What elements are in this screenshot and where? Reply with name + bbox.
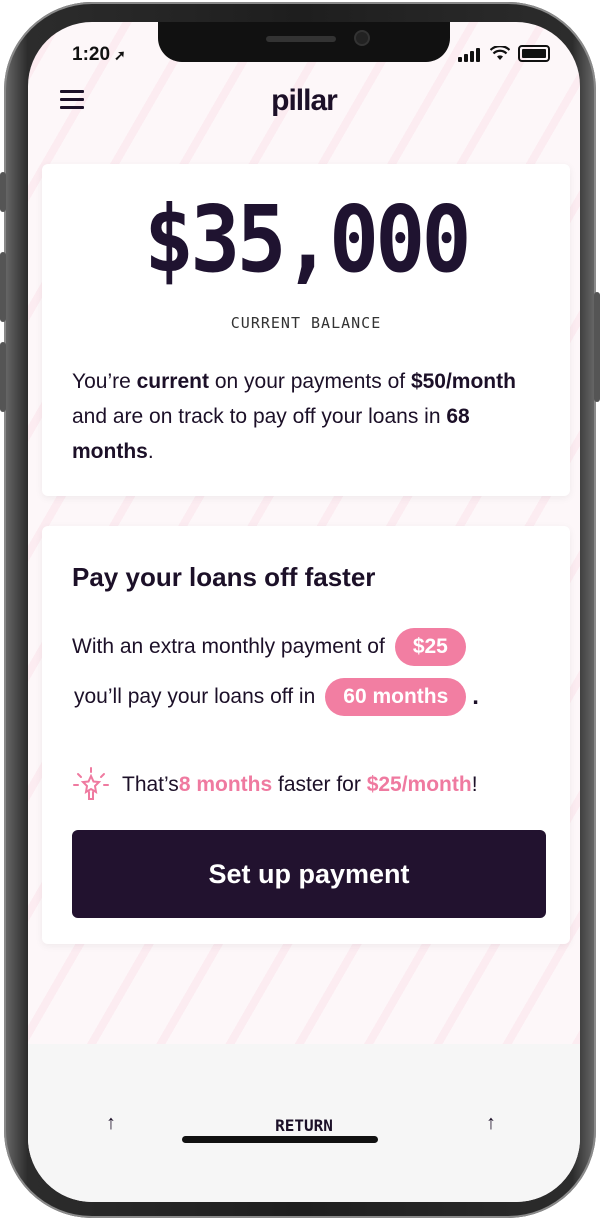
speaker <box>266 36 336 42</box>
screen: 1:20 ➚ pillar $35,000 CURRENT BALANCE You… <box>28 22 580 1202</box>
payoff-card: Pay your loans off faster With an extra … <box>42 526 570 944</box>
app-logo: pillar <box>271 84 338 117</box>
setup-payment-button[interactable]: Set up payment <box>72 830 546 918</box>
front-camera <box>356 32 368 44</box>
up-arrow-right-icon[interactable]: ↑ <box>486 1112 496 1135</box>
mute-switch <box>0 172 6 212</box>
volume-down-button <box>0 342 6 412</box>
wifi-icon <box>490 45 510 60</box>
payment-summary: You’re current on your payments of $50/m… <box>72 370 516 463</box>
balance-label: CURRENT BALANCE <box>230 314 382 332</box>
savings-line: That’s 8 months faster for $25/month ! <box>72 766 478 804</box>
payoff-months-line: you’ll pay your loans off in 60 months . <box>74 678 479 716</box>
extra-payment-line: With an extra monthly payment of $25 <box>72 628 466 666</box>
signal-icon <box>458 44 482 62</box>
balance-card: $35,000 CURRENT BALANCE You’re current o… <box>42 164 570 496</box>
phone-frame: 1:20 ➚ pillar $35,000 CURRENT BALANCE You… <box>0 2 600 1218</box>
status-time: 1:20 ➚ <box>72 44 126 65</box>
bottom-bar: ↑ RETURN ↑ <box>28 1044 580 1202</box>
status-icons <box>458 44 550 62</box>
return-button[interactable]: RETURN <box>28 1116 580 1135</box>
battery-icon <box>518 44 550 62</box>
balance-amount: $35,000 <box>144 186 471 293</box>
extra-payment-pill[interactable]: $25 <box>394 628 466 666</box>
power-button <box>594 292 600 402</box>
home-indicator[interactable] <box>182 1136 378 1143</box>
location-arrow-icon: ➚ <box>114 47 126 63</box>
payoff-months-pill[interactable]: 60 months <box>325 678 467 716</box>
sparkle-trophy-icon <box>73 767 109 800</box>
notch <box>158 22 450 62</box>
volume-up-button <box>0 252 6 322</box>
payoff-title: Pay your loans off faster <box>72 562 376 592</box>
